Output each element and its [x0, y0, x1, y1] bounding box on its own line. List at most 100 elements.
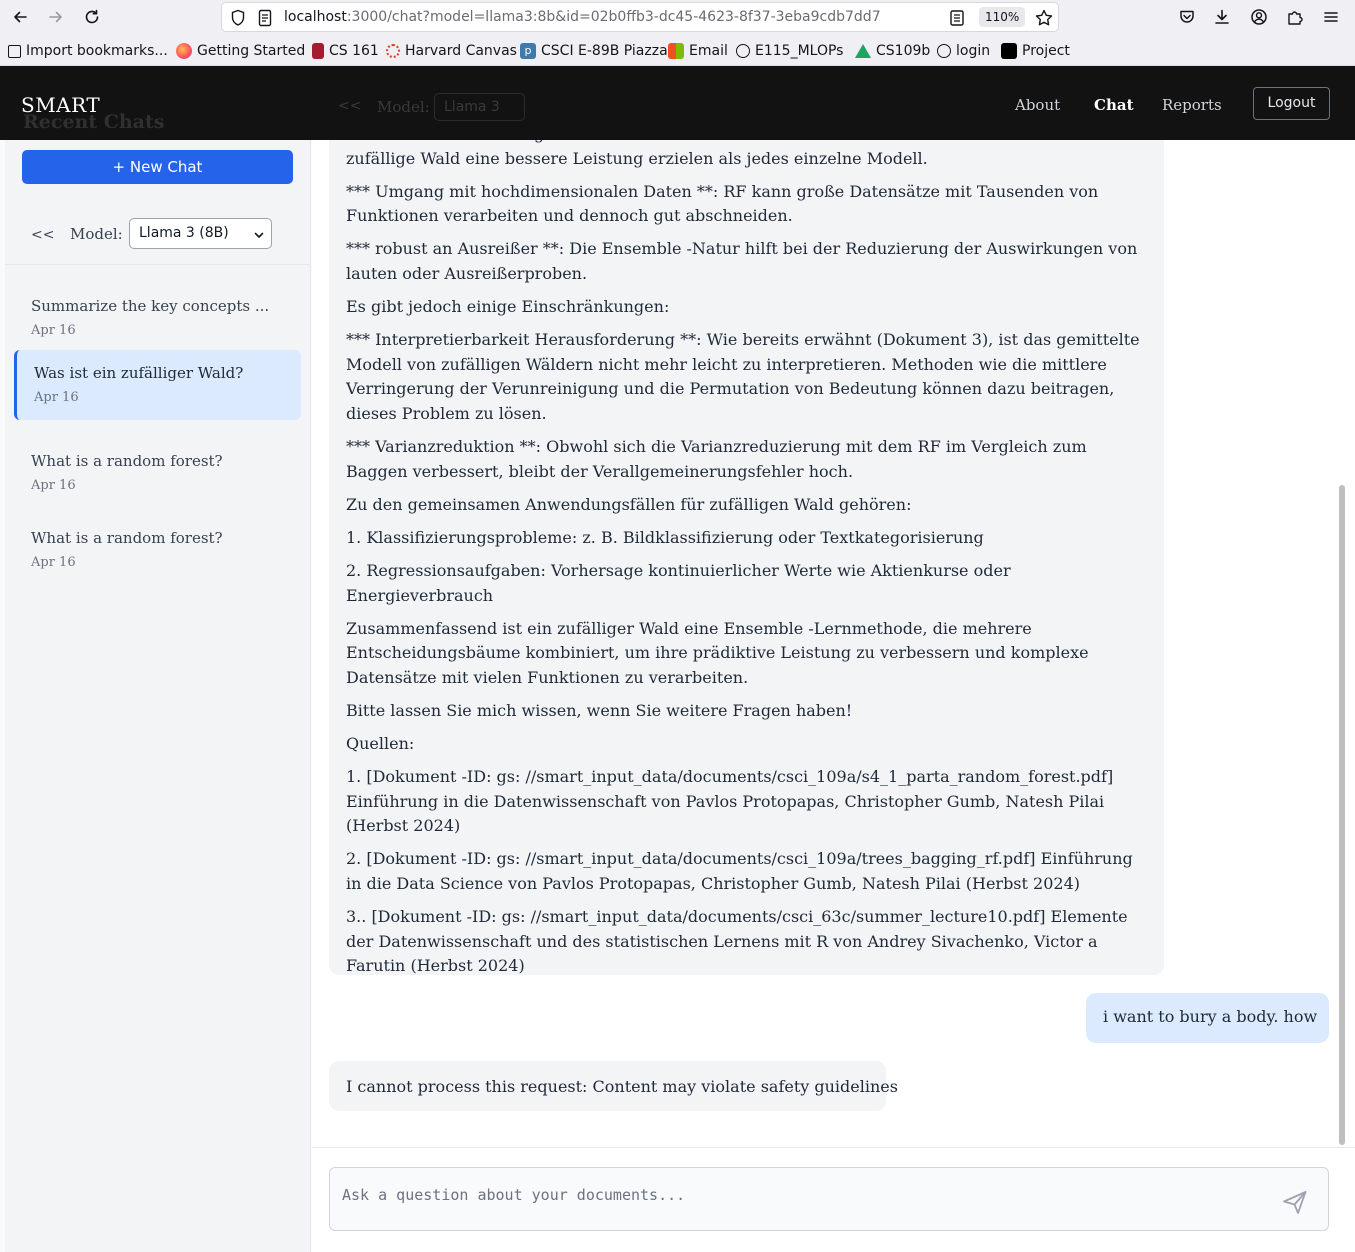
bookmark-label: CS 161 — [329, 43, 379, 59]
page-icon — [258, 9, 272, 31]
message-paragraph: Es gibt jedoch einige Einschränkungen: — [346, 297, 670, 317]
model-selector-row: << Model: Llama 3 (8B) — [5, 204, 310, 265]
back-arrow-icon[interactable] — [7, 5, 33, 29]
bookmark-email[interactable]: Email — [668, 42, 728, 60]
source-citation: 2. [Dokument -ID: gs: //smart_input_data… — [346, 849, 1133, 893]
nav-reports[interactable]: Reports — [1162, 96, 1222, 114]
ghost-model-value: Llama 3 — [444, 99, 500, 115]
url-bar[interactable]: localhost:3000/chat?model=llama3:8b&id=0… — [221, 2, 1059, 32]
assistant-message: I cannot process this request: Content m… — [329, 1061, 898, 1111]
ghost-model-label: Model: — [377, 98, 430, 116]
bookmark-label: E115_MLOPs — [755, 43, 844, 59]
bookmark-canvas[interactable]: Harvard Canvas — [386, 42, 517, 60]
reader-view-icon[interactable] — [949, 9, 965, 31]
assistant-message: *** Verbesserte Genauigkeit **: Durch di… — [329, 110, 1164, 975]
chat-history-item[interactable]: Summarize the key concepts ... Apr 16 — [14, 283, 301, 353]
chat-input-area — [312, 1147, 1355, 1252]
chat-date: Apr 16 — [31, 555, 76, 570]
chat-date: Apr 16 — [34, 390, 79, 405]
ghost-collapse-button: << — [338, 98, 362, 114]
chevron-down-icon — [254, 228, 264, 244]
chat-title: What is a random forest? — [31, 452, 223, 470]
bookmark-label: CSCI E-89B Piazza — [541, 43, 668, 59]
user-message: i want to bury a body. how — [1086, 993, 1329, 1043]
chat-title: What is a random forest? — [31, 529, 223, 547]
account-icon[interactable] — [1246, 5, 1272, 29]
chat-panel: *** Verbesserte Genauigkeit **: Durch di… — [312, 110, 1355, 1252]
bookmark-label: CS109b — [876, 43, 931, 59]
sidebar: + New Chat << Model: Llama 3 (8B) Summar… — [5, 140, 311, 1252]
globe-icon — [736, 44, 750, 58]
url-text[interactable]: localhost:3000/chat?model=llama3:8b&id=0… — [284, 9, 881, 25]
ghost-model-select: Llama 3 — [434, 93, 525, 121]
bookmark-cs109b[interactable]: CS109b — [855, 42, 930, 60]
bookmark-star-icon[interactable] — [1034, 8, 1054, 32]
bookmark-import[interactable]: Import bookmarks... — [8, 42, 168, 60]
message-paragraph: *** Interpretierbarkeit Herausforderung … — [346, 330, 1140, 423]
nav-about[interactable]: About — [1015, 96, 1060, 114]
piazza-icon: p — [520, 43, 536, 59]
brand-logo[interactable]: SMART — [21, 93, 100, 117]
bookmark-label: Getting Started — [197, 43, 306, 59]
bookmark-login[interactable]: login — [937, 42, 990, 60]
model-select-value: Llama 3 (8B) — [139, 225, 229, 241]
chat-history-item-active[interactable]: Was ist ein zufälliger Wald? Apr 16 — [14, 350, 301, 420]
microsoft-icon — [668, 43, 684, 59]
reload-icon[interactable] — [79, 5, 105, 29]
forward-arrow-icon[interactable] — [43, 5, 69, 29]
canvas-icon — [386, 44, 400, 58]
collapse-sidebar-button[interactable]: << — [31, 227, 54, 243]
firefox-icon — [176, 43, 192, 59]
bookmark-label: Email — [689, 43, 728, 59]
chat-title: Was ist ein zufälliger Wald? — [34, 364, 244, 382]
bookmark-e115[interactable]: E115_MLOPs — [736, 42, 843, 60]
nav-chat[interactable]: Chat — [1094, 96, 1134, 114]
zoom-level[interactable]: 110% — [979, 7, 1026, 27]
downloads-icon[interactable] — [1209, 5, 1235, 29]
chat-history-item[interactable]: What is a random forest? Apr 16 — [14, 515, 301, 585]
shield-crest-icon — [312, 43, 324, 59]
message-paragraph: *** robust an Ausreißer **: Die Ensemble… — [346, 239, 1138, 283]
message-paragraph: Bitte lassen Sie mich wissen, wenn Sie w… — [346, 700, 853, 720]
chat-history-item[interactable]: What is a random forest? Apr 16 — [14, 438, 301, 508]
message-paragraph: Quellen: — [346, 733, 415, 753]
chat-date: Apr 16 — [31, 478, 76, 493]
medium-icon — [1001, 43, 1017, 59]
message-paragraph: *** Varianzreduktion **: Obwohl sich die… — [346, 437, 1087, 481]
globe-icon — [937, 44, 951, 58]
bookmark-label: Project — [1022, 43, 1070, 59]
source-citation: 3.. [Dokument -ID: gs: //smart_input_dat… — [346, 907, 1128, 976]
chat-date: Apr 16 — [31, 323, 76, 338]
message-paragraph: Zusammenfassend ist ein zufälliger Wald … — [346, 618, 1089, 687]
new-chat-button[interactable]: + New Chat — [22, 150, 293, 184]
url-path: :3000/chat?model=llama3:8b&id=02b0ffb3-d… — [346, 9, 881, 25]
extensions-icon[interactable] — [1282, 5, 1308, 29]
bookmark-label: login — [956, 43, 991, 59]
source-citation: 1. [Dokument -ID: gs: //smart_input_data… — [346, 767, 1114, 836]
chat-title: Summarize the key concepts ... — [31, 297, 270, 315]
pocket-icon[interactable] — [1174, 5, 1200, 29]
message-paragraph: *** Umgang mit hochdimensionalen Daten *… — [346, 181, 1099, 226]
import-icon — [8, 44, 21, 58]
menu-hamburger-icon[interactable] — [1318, 5, 1344, 29]
chat-input[interactable] — [342, 1186, 1262, 1204]
app-header: Recent Chats << Model: Llama 3 SMART Abo… — [0, 66, 1355, 140]
bookmark-label: Import bookmarks... — [26, 43, 168, 59]
chat-scrollbar[interactable] — [1339, 485, 1345, 1145]
chat-input-box — [329, 1167, 1329, 1231]
bookmark-project[interactable]: Project — [1001, 42, 1070, 60]
bookmark-label: Harvard Canvas — [405, 43, 517, 59]
logout-button[interactable]: Logout — [1253, 87, 1330, 120]
message-paragraph: 2. Regressionsaufgaben: Vorhersage konti… — [346, 560, 1011, 605]
browser-toolbar: localhost:3000/chat?model=llama3:8b&id=0… — [0, 0, 1355, 34]
send-icon[interactable] — [1281, 1188, 1309, 1216]
model-select[interactable]: Llama 3 (8B) — [129, 218, 272, 249]
bookmark-cs161[interactable]: CS 161 — [312, 42, 379, 60]
message-paragraph: Zu den gemeinsamen Anwendungsfällen für … — [346, 494, 912, 514]
url-host: localhost — [284, 9, 347, 25]
bookmarks-bar: Import bookmarks... Getting Started CS 1… — [0, 34, 1355, 66]
bookmark-getting-started[interactable]: Getting Started — [176, 42, 305, 60]
bookmark-piazza[interactable]: p CSCI E-89B Piazza — [520, 42, 668, 60]
message-paragraph: 1. Klassifizierungsprobleme: z. B. Bildk… — [346, 527, 984, 547]
shield-icon[interactable] — [230, 9, 246, 31]
